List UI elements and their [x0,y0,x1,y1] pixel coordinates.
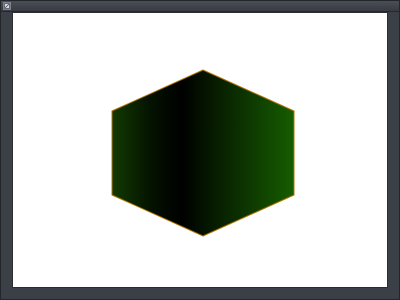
app-window-icon[interactable] [3,2,11,10]
hexagon-shape [111,69,295,237]
render-canvas [12,12,388,288]
window-titlebar[interactable] [1,1,399,12]
app-window [0,0,400,300]
